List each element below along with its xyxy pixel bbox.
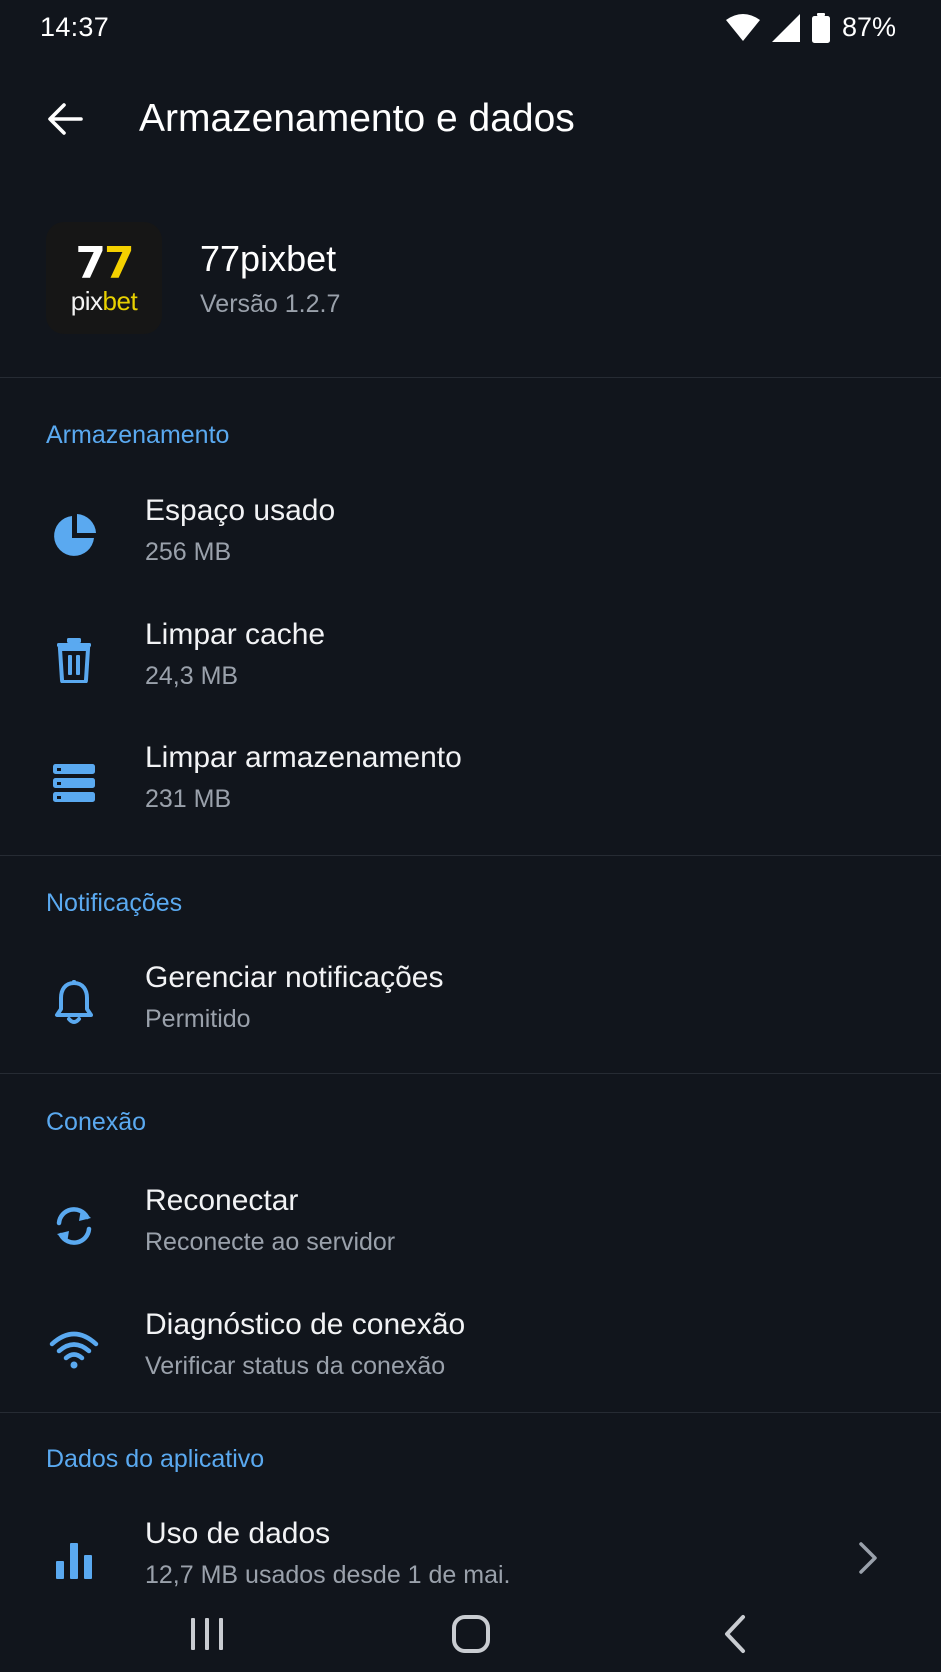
row-title: Limpar armazenamento bbox=[145, 741, 462, 774]
arrow-left-icon bbox=[48, 103, 83, 135]
section-header-notifications: Notificações bbox=[46, 889, 183, 917]
status-time: 14:37 bbox=[40, 12, 110, 42]
row-subtitle: 12,7 MB usados desde 1 de mai. bbox=[145, 1561, 511, 1589]
pie-chart-icon bbox=[46, 508, 102, 564]
app-name: 77pixbet bbox=[200, 238, 337, 279]
row-title: Uso de dados bbox=[145, 1517, 331, 1550]
home-button[interactable] bbox=[436, 1604, 506, 1664]
row-subtitle: Verificar status da conexão bbox=[145, 1352, 446, 1380]
row-subtitle: Permitido bbox=[145, 1005, 251, 1033]
row-subtitle: 256 MB bbox=[145, 538, 232, 566]
home-icon bbox=[452, 1615, 490, 1653]
bell-icon bbox=[46, 975, 102, 1031]
divider bbox=[0, 377, 941, 378]
back-icon bbox=[725, 1615, 745, 1653]
section-header-connection: Conexão bbox=[46, 1108, 147, 1136]
app-icon-number: 77 bbox=[75, 238, 134, 289]
bar-chart-icon bbox=[46, 1531, 102, 1587]
storage-icon bbox=[46, 755, 102, 811]
wifi-icon bbox=[46, 1322, 102, 1378]
row-connection-diagnostics[interactable]: Diagnóstico de conexão Verificar status … bbox=[0, 1294, 941, 1404]
app-icon: 77 pixbet bbox=[46, 222, 162, 334]
recent-apps-icon bbox=[191, 1618, 223, 1650]
divider bbox=[0, 1073, 941, 1074]
status-icons: 87% bbox=[725, 12, 896, 43]
page-title: Armazenamento e dados bbox=[139, 97, 575, 140]
divider bbox=[0, 855, 941, 856]
row-title: Reconectar bbox=[145, 1184, 299, 1217]
trash-icon bbox=[46, 632, 102, 688]
row-title: Diagnóstico de conexão bbox=[145, 1308, 466, 1341]
row-subtitle: 24,3 MB bbox=[145, 662, 239, 690]
row-manage-notifications[interactable]: Gerenciar notificações Permitido bbox=[0, 947, 941, 1057]
app-version: Versão 1.2.7 bbox=[200, 290, 341, 318]
row-subtitle: Reconecte ao servidor bbox=[145, 1228, 396, 1256]
row-title: Gerenciar notificações bbox=[145, 961, 444, 994]
recent-apps-button[interactable] bbox=[172, 1604, 242, 1664]
row-clear-storage[interactable]: Limpar armazenamento 231 MB bbox=[0, 727, 941, 837]
row-subtitle: 231 MB bbox=[145, 785, 232, 813]
battery-percent: 87% bbox=[841, 12, 896, 42]
back-nav-button[interactable] bbox=[700, 1604, 770, 1664]
row-title: Espaço usado bbox=[145, 494, 336, 527]
row-data-usage[interactable]: Uso de dados 12,7 MB usados desde 1 de m… bbox=[0, 1503, 941, 1613]
wifi-icon bbox=[725, 13, 760, 42]
divider bbox=[0, 1412, 941, 1413]
back-button[interactable] bbox=[38, 92, 92, 146]
chevron-right-icon bbox=[853, 1533, 883, 1583]
section-header-app-data: Dados do aplicativo bbox=[46, 1445, 265, 1473]
row-title: Limpar cache bbox=[145, 618, 326, 651]
battery-icon bbox=[811, 12, 830, 43]
system-nav-bar bbox=[0, 1600, 941, 1672]
section-header-storage: Armazenamento bbox=[46, 421, 230, 449]
cellular-signal-icon bbox=[771, 13, 800, 42]
app-icon-wordmark: pixbet bbox=[70, 286, 138, 316]
sync-icon bbox=[46, 1198, 102, 1254]
row-clear-cache[interactable]: Limpar cache 24,3 MB bbox=[0, 604, 941, 714]
row-reconnect[interactable]: Reconectar Reconecte ao servidor bbox=[0, 1170, 941, 1280]
row-space-used[interactable]: Espaço usado 256 MB bbox=[0, 480, 941, 590]
